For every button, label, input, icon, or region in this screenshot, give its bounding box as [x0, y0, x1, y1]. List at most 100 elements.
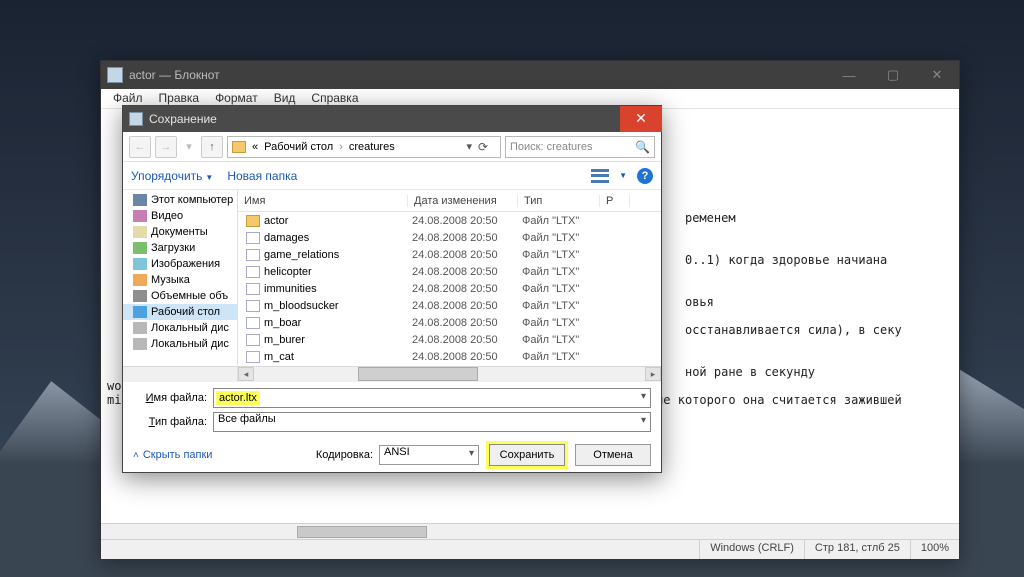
tree-item-label: Этот компьютер	[151, 194, 233, 206]
help-icon[interactable]: ?	[637, 168, 653, 184]
tree-item[interactable]: Локальный дис	[123, 320, 237, 336]
file-icon	[246, 300, 260, 312]
nav-forward-button[interactable]: →	[155, 136, 177, 158]
minimize-button[interactable]: —	[827, 61, 871, 89]
status-zoom: 100%	[910, 540, 959, 559]
tree-item[interactable]: Изображения	[123, 256, 237, 272]
filetype-label: Тип файла:	[133, 416, 213, 428]
file-icon	[246, 215, 260, 227]
new-folder-button[interactable]: Новая папка	[227, 169, 297, 183]
breadcrumb-sep: ›	[339, 141, 343, 153]
tree-h-scrollbar[interactable]	[123, 366, 237, 382]
maximize-button[interactable]: ▢	[871, 61, 915, 89]
cancel-button[interactable]: Отмена	[575, 444, 651, 466]
save-button[interactable]: Сохранить	[489, 444, 565, 466]
file-date: 24.08.2008 20:50	[412, 215, 522, 227]
nav-back-button[interactable]: ←	[129, 136, 151, 158]
file-icon	[246, 266, 260, 278]
chevron-up-icon: ˄	[133, 450, 139, 461]
tree-item-icon	[133, 306, 147, 318]
file-name: game_relations	[264, 249, 412, 261]
tree-item-icon	[133, 242, 147, 254]
column-size[interactable]: Р	[600, 195, 630, 207]
file-row[interactable]: immunities 24.08.2008 20:50 Файл "LTX"	[238, 280, 661, 297]
encoding-label: Кодировка:	[316, 449, 373, 461]
dialog-title: Сохранение	[149, 112, 217, 126]
file-row[interactable]: actor 24.08.2008 20:50 Файл "LTX"	[238, 212, 661, 229]
filelist-h-scrollbar[interactable]: ◂ ▸	[238, 366, 661, 382]
notepad-h-scrollbar[interactable]	[101, 523, 959, 539]
tree-item[interactable]: Документы	[123, 224, 237, 240]
file-row[interactable]: m_burer 24.08.2008 20:50 Файл "LTX"	[238, 331, 661, 348]
notepad-statusbar: Windows (CRLF) Стр 181, стлб 25 100%	[101, 539, 959, 559]
file-date: 24.08.2008 20:50	[412, 334, 522, 346]
search-placeholder: Поиск: creatures	[510, 141, 592, 153]
file-type: Файл "LTX"	[522, 215, 604, 227]
file-date: 24.08.2008 20:50	[412, 317, 522, 329]
scrollbar-thumb[interactable]	[297, 526, 427, 538]
tree-item-icon	[133, 194, 147, 206]
tree-item-icon	[133, 338, 147, 350]
file-type: Файл "LTX"	[522, 351, 604, 363]
refresh-icon[interactable]: ⟳	[478, 140, 496, 154]
scroll-left-button[interactable]: ◂	[238, 367, 254, 381]
nav-tree[interactable]: Этот компьютер ВидеоДокументыЗагрузкиИзоб…	[123, 190, 238, 382]
notepad-titlebar[interactable]: actor — Блокнот — ▢ ✕	[101, 61, 959, 89]
breadcrumb-part-creatures[interactable]: creatures	[349, 141, 395, 153]
dialog-close-button[interactable]: ✕	[620, 106, 662, 132]
file-row[interactable]: game_relations 24.08.2008 20:50 Файл "LT…	[238, 246, 661, 263]
column-name[interactable]: Имя	[238, 195, 408, 207]
file-row[interactable]: m_boar 24.08.2008 20:50 Файл "LTX"	[238, 314, 661, 331]
breadcrumb-part-desktop[interactable]: Рабочий стол	[264, 141, 333, 153]
file-row[interactable]: helicopter 24.08.2008 20:50 Файл "LTX"	[238, 263, 661, 280]
notepad-title: actor — Блокнот	[129, 68, 220, 82]
tree-item[interactable]: Этот компьютер	[123, 192, 237, 208]
file-name: m_cat	[264, 351, 412, 363]
dialog-titlebar[interactable]: Сохранение ✕	[123, 106, 661, 132]
file-date: 24.08.2008 20:50	[412, 300, 522, 312]
column-type[interactable]: Тип	[518, 195, 600, 207]
tree-item[interactable]: Загрузки	[123, 240, 237, 256]
notepad-close-button[interactable]: ✕	[915, 61, 959, 89]
scroll-right-button[interactable]: ▸	[645, 367, 661, 381]
hide-folders-toggle[interactable]: ˄ Скрыть папки	[133, 449, 212, 461]
view-dropdown-icon[interactable]: ▼	[619, 171, 627, 180]
file-name: immunities	[264, 283, 412, 295]
scrollbar-thumb[interactable]	[358, 367, 478, 381]
filetype-select[interactable]: Все файлы	[213, 412, 651, 432]
file-list-header[interactable]: Имя Дата изменения Тип Р	[238, 190, 661, 212]
tree-item[interactable]: Объемные объ	[123, 288, 237, 304]
tree-item[interactable]: Музыка	[123, 272, 237, 288]
filename-input[interactable]: actor.ltx	[213, 388, 651, 408]
notepad-icon	[107, 67, 123, 83]
tree-item-label: Локальный дис	[151, 338, 229, 350]
breadcrumb-prefix: «	[252, 141, 258, 153]
file-date: 24.08.2008 20:50	[412, 249, 522, 261]
file-type: Файл "LTX"	[522, 334, 604, 346]
tree-item[interactable]: Локальный дис	[123, 336, 237, 352]
save-as-dialog: Сохранение ✕ ← → ▾ ↑ « Рабочий стол › cr…	[122, 105, 662, 473]
folder-icon	[232, 141, 246, 153]
view-mode-button[interactable]	[591, 169, 609, 183]
file-row[interactable]: m_cat 24.08.2008 20:50 Файл "LTX"	[238, 348, 661, 365]
dialog-fields: Имя файла: actor.ltx Тип файла: Все файл…	[123, 382, 661, 438]
file-row[interactable]: damages 24.08.2008 20:50 Файл "LTX"	[238, 229, 661, 246]
tree-item[interactable]: Рабочий стол	[123, 304, 237, 320]
column-date[interactable]: Дата изменения	[408, 195, 518, 207]
nav-up-button[interactable]: ↑	[201, 136, 223, 158]
organize-button[interactable]: Упорядочить▼	[131, 169, 213, 183]
file-icon	[246, 283, 260, 295]
file-row[interactable]: m_bloodsucker 24.08.2008 20:50 Файл "LTX…	[238, 297, 661, 314]
nav-recent-button[interactable]: ▾	[181, 136, 197, 158]
breadcrumb-bar[interactable]: « Рабочий стол › creatures ▾ ⟳	[227, 136, 501, 158]
dialog-bottom-bar: ˄ Скрыть папки Кодировка: ANSI Сохранить…	[123, 438, 661, 472]
tree-item[interactable]: Видео	[123, 208, 237, 224]
tree-item-icon	[133, 322, 147, 334]
file-list[interactable]: Имя Дата изменения Тип Р actor 24.08.200…	[238, 190, 661, 382]
file-icon	[246, 249, 260, 261]
encoding-select[interactable]: ANSI	[379, 445, 479, 465]
file-type: Файл "LTX"	[522, 232, 604, 244]
tree-item-label: Объемные объ	[151, 290, 228, 302]
search-input[interactable]: Поиск: creatures 🔍	[505, 136, 655, 158]
breadcrumb-dropdown-icon[interactable]: ▾	[466, 140, 472, 153]
